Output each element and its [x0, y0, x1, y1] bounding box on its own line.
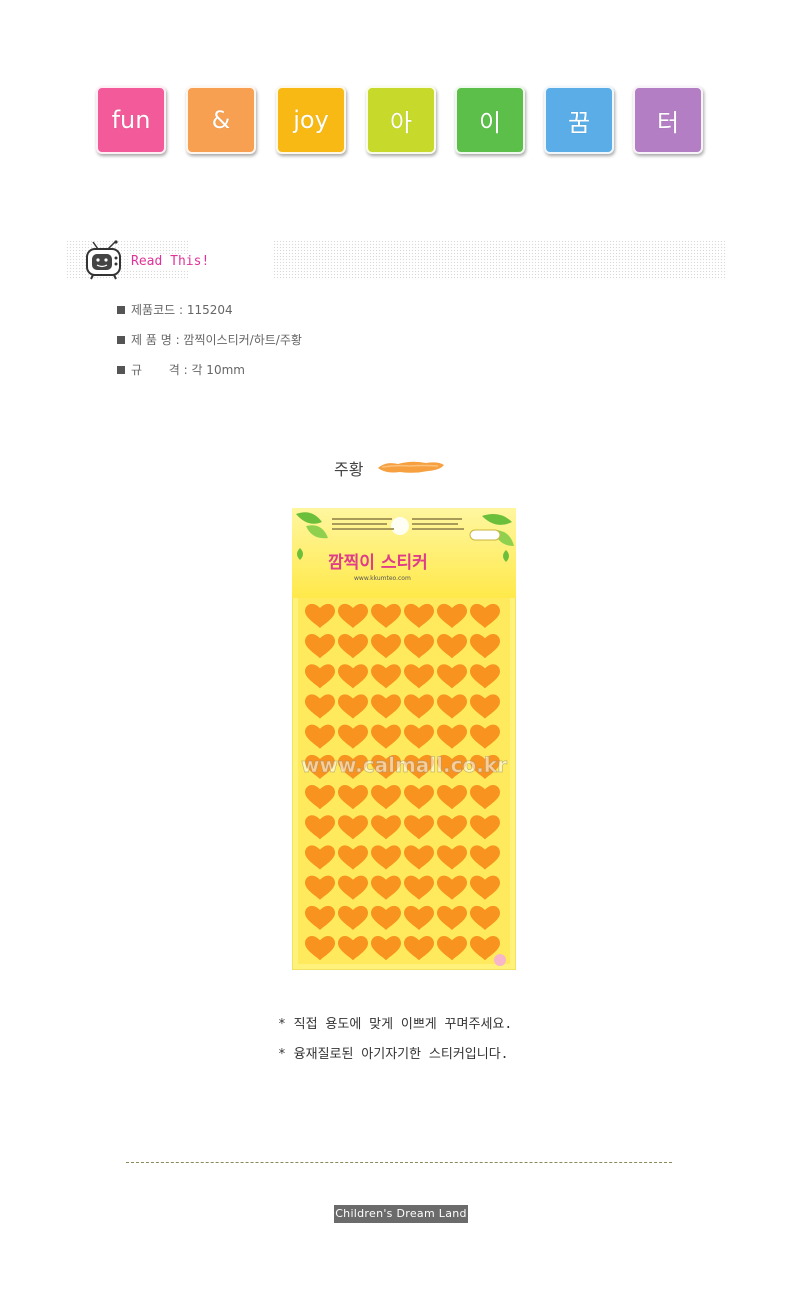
- product-code: 제품코드 : 115204: [131, 303, 233, 317]
- notes: * 직접 용도에 맞게 이쁘게 꾸며주세요. * 융재질로된 아기자기한 스티커…: [278, 1016, 512, 1076]
- product-name-row: 제 품 명 : 깜찍이스티커/하트/주황: [117, 332, 302, 362]
- note-item: * 융재질로된 아기자기한 스티커입니다.: [278, 1047, 509, 1062]
- note-item: * 직접 용도에 맞게 이쁘게 꾸며주세요.: [278, 1017, 513, 1032]
- tile-kkum: 꿈: [544, 86, 614, 154]
- package-title: 깜찍이 스티커: [328, 553, 428, 573]
- footer-label: Children's Dream Land: [334, 1205, 468, 1223]
- watermark: www.calmall.co.kr: [301, 753, 507, 777]
- tile-fun: fun: [96, 86, 166, 154]
- read-this-label: Read This!: [128, 254, 213, 269]
- color-option: 주황: [330, 448, 454, 486]
- package-url: www.kkumteo.com: [354, 575, 411, 582]
- tile-label: 터: [656, 108, 680, 137]
- product-size-row: 규 격 : 각 10mm: [117, 362, 302, 392]
- tile-label: joy: [293, 106, 329, 134]
- tile-i: 이: [455, 86, 525, 154]
- tile-label: 꿈: [567, 108, 591, 137]
- product-size: 규 격 : 각 10mm: [131, 363, 245, 377]
- tile-label: &: [211, 106, 231, 134]
- color-name: 주황: [334, 460, 364, 479]
- tv-icon: [86, 240, 121, 280]
- color-swatch: [378, 461, 444, 473]
- read-this-bar: Read This!: [66, 240, 726, 280]
- product-name: 제 품 명 : 깜찍이스티커/하트/주황: [131, 333, 302, 347]
- tile-a: 아: [366, 86, 436, 154]
- divider: [126, 1162, 672, 1163]
- product-image: 깜찍이 스티커 www.kkumteo.com www.calmall.co.k…: [292, 508, 516, 970]
- tile-label: 이: [478, 108, 502, 137]
- bullet-square-icon: [117, 306, 125, 314]
- product-code-row: 제품코드 : 115204: [117, 302, 302, 332]
- category-tiles: fun & joy 아 이 꿈 터: [96, 86, 704, 156]
- tile-joy: joy: [276, 86, 346, 154]
- tile-and: &: [186, 86, 256, 154]
- product-info: 제품코드 : 115204 제 품 명 : 깜찍이스티커/하트/주황 규 격 :…: [117, 302, 302, 392]
- bullet-square-icon: [117, 336, 125, 344]
- tile-label: 아: [389, 108, 413, 137]
- tile-label: fun: [111, 106, 151, 134]
- tile-teo: 터: [633, 86, 703, 154]
- bullet-square-icon: [117, 366, 125, 374]
